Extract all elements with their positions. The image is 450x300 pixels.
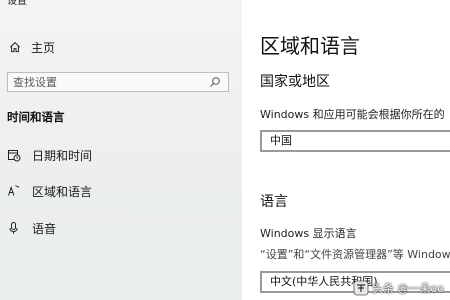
calendar-clock-icon bbox=[7, 148, 21, 162]
sidebar-item-label: 主页 bbox=[31, 40, 56, 55]
search-icon[interactable] bbox=[209, 76, 221, 88]
sidebar-item-label: 日期和时间 bbox=[32, 148, 93, 163]
home-icon bbox=[9, 41, 21, 53]
page-title: 区域和语言 bbox=[260, 34, 360, 58]
language-heading: 语言 bbox=[260, 194, 288, 210]
watermark: 头条 @一朵oo bbox=[353, 280, 444, 296]
sidebar-item-region-language[interactable]: 区域和语言 bbox=[7, 181, 92, 201]
display-language-label: Windows 显示语言 bbox=[260, 227, 357, 240]
section-heading: 时间和语言 bbox=[7, 110, 65, 124]
sidebar-item-label: 语音 bbox=[32, 221, 57, 236]
sidebar-item-home[interactable]: 主页 bbox=[9, 37, 55, 57]
sidebar: 设置 主页 时间和语言 日期和时间 bbox=[0, 0, 242, 300]
country-select[interactable]: 中国 bbox=[260, 130, 450, 152]
sidebar-item-date-time[interactable]: 日期和时间 bbox=[7, 145, 92, 165]
country-heading: 国家或地区 bbox=[260, 74, 330, 90]
main-panel: 区域和语言 国家或地区 Windows 和应用可能会根据你所在的 中国 语言 W… bbox=[242, 0, 450, 300]
watermark-logo-icon bbox=[353, 280, 369, 296]
sidebar-item-label: 区域和语言 bbox=[32, 184, 93, 199]
country-description: Windows 和应用可能会根据你所在的 bbox=[260, 108, 445, 121]
search-box[interactable] bbox=[7, 72, 229, 92]
sidebar-item-speech[interactable]: 语音 bbox=[7, 218, 56, 238]
search-input[interactable] bbox=[8, 73, 209, 91]
watermark-text: 头条 @一朵oo bbox=[372, 282, 444, 295]
region-language-icon bbox=[7, 184, 21, 198]
display-language-description: “设置”和“文件资源管理器”等 Window bbox=[260, 248, 450, 261]
window-title: 设置 bbox=[7, 0, 27, 7]
microphone-icon bbox=[7, 221, 21, 235]
